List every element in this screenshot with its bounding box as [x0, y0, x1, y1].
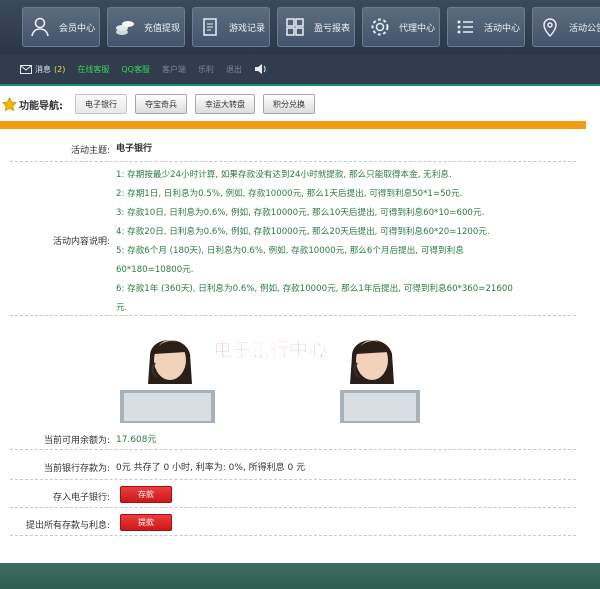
function-nav: 功能导航: 电子银行 夺宝奇兵 幸运大转盘 积分兑换: [0, 92, 600, 116]
list-icon: [457, 20, 473, 34]
nav-agent-center[interactable]: 代理中心: [362, 7, 440, 47]
e-bank-banner: 电子银行中心: [120, 318, 420, 423]
nav-profit-report[interactable]: 盈亏报表: [277, 7, 355, 47]
nav-label: 盈亏报表: [314, 23, 351, 34]
deposit-label: 当前银行存款为:: [43, 464, 110, 474]
messages-label: 消息: [35, 64, 51, 74]
description-label: 活动内容说明:: [52, 237, 110, 247]
theme-row: 活动主题: 电子银行: [10, 134, 576, 162]
nav-label: 代理中心: [399, 23, 436, 34]
description-text: 1: 存期按最少24小时计算, 如果存款没有达到24小时就提款, 那么只能取得本…: [116, 166, 576, 318]
nav-game-records[interactable]: 游戏记录: [192, 7, 270, 47]
nav-activity-center[interactable]: 活动中心: [447, 7, 525, 47]
theme-value: 电子银行: [116, 144, 153, 154]
desc-line: 2: 存期1日, 日利息为0.5%, 例如, 存款10000元, 那么1天后提出…: [116, 189, 463, 199]
status-bar: 消息 (2) 在线客服 QQ客服 客户端 乐利 退出: [0, 54, 600, 84]
lucky-link[interactable]: 乐利: [198, 64, 214, 75]
desc-line: 60*180=10800元.: [116, 265, 194, 275]
coins-icon: [116, 21, 134, 35]
desc-line: 4: 存款20日, 日利息为0.6%, 例如, 存款10000元, 那么20天后…: [116, 227, 490, 237]
desc-line: 3: 存款10日, 日利息为0.6%, 例如, 存款10000元, 那么10天后…: [116, 208, 485, 218]
user-icon: [31, 17, 49, 37]
deposit-row: 当前银行存款为: 0元 共存了 0 小时, 利率为: 0%, 所得利息 0 元: [10, 450, 576, 480]
deposit-action-row: 存入电子银行: 存款: [10, 480, 576, 508]
theme-label: 活动主题:: [70, 146, 110, 156]
deposit-action-label: 存入电子银行:: [52, 493, 110, 503]
balance-label: 当前可用余额为:: [43, 436, 110, 446]
desc-line: 元.: [116, 303, 128, 313]
nav-label: 游戏记录: [229, 23, 266, 34]
desc-line: 1: 存期按最少24小时计算, 如果存款没有达到24小时就提款, 那么只能取得本…: [116, 170, 452, 180]
online-service-link[interactable]: 在线客服: [77, 64, 109, 75]
tab-lucky-wheel[interactable]: 幸运大转盘: [195, 94, 255, 114]
star-icon: [2, 96, 17, 111]
nav-member-center[interactable]: 会员中心: [22, 7, 100, 47]
deposit-button[interactable]: 存款: [120, 486, 172, 503]
client-link[interactable]: 客户端: [162, 64, 186, 75]
banner-title: 电子银行中心: [213, 338, 327, 361]
desc-line: 5: 存款6个月 (180天), 日利息为0.6%, 例如, 存款10000元,…: [116, 246, 464, 256]
messages-count: (2): [54, 64, 66, 74]
withdraw-action-label: 提出所有存款与利息:: [25, 521, 110, 531]
qq-service-link[interactable]: QQ客服: [121, 64, 150, 75]
speaker-icon[interactable]: [254, 63, 267, 75]
messages-link[interactable]: 消息 (2): [20, 64, 65, 75]
envelope-icon: [20, 64, 32, 74]
withdraw-action-row: 提出所有存款与利息: 提款: [10, 508, 576, 536]
nav-deposit-withdraw[interactable]: 充值提现: [107, 7, 185, 47]
top-navigation: 会员中心 充值提现 游戏记录 盈亏报表 代理中心 活动中心 活动公告: [0, 0, 600, 54]
tab-points-exchange[interactable]: 积分兑换: [263, 94, 315, 114]
document-icon: [203, 18, 217, 36]
footer-background: [0, 563, 600, 589]
section-divider: [0, 121, 586, 129]
withdraw-button[interactable]: 提款: [120, 514, 172, 531]
nav-label: 活动中心: [484, 23, 521, 34]
tab-e-bank[interactable]: 电子银行: [75, 94, 127, 114]
map-pin-icon: [543, 18, 557, 38]
balance-value: 17.608元: [116, 435, 157, 445]
function-nav-label: 功能导航:: [2, 96, 63, 112]
grid-icon: [286, 18, 304, 36]
tab-treasure-hunt[interactable]: 夺宝奇兵: [135, 94, 187, 114]
desc-line: 6: 存款1年 (360天), 日利息为0.6%, 例如, 存款10000元, …: [116, 284, 513, 294]
nav-label: 充值提现: [144, 23, 181, 34]
nav-label: 会员中心: [59, 23, 96, 34]
accent-line: [0, 84, 600, 86]
balance-row: 当前可用余额为: 17.608元: [10, 425, 576, 450]
nav-label: 活动公告: [569, 23, 600, 34]
gear-icon: [371, 18, 389, 36]
logout-link[interactable]: 退出: [226, 64, 242, 75]
nav-announcements[interactable]: 活动公告: [532, 7, 600, 47]
deposit-value: 0元 共存了 0 小时, 利率为: 0%, 所得利息 0 元: [116, 463, 306, 473]
